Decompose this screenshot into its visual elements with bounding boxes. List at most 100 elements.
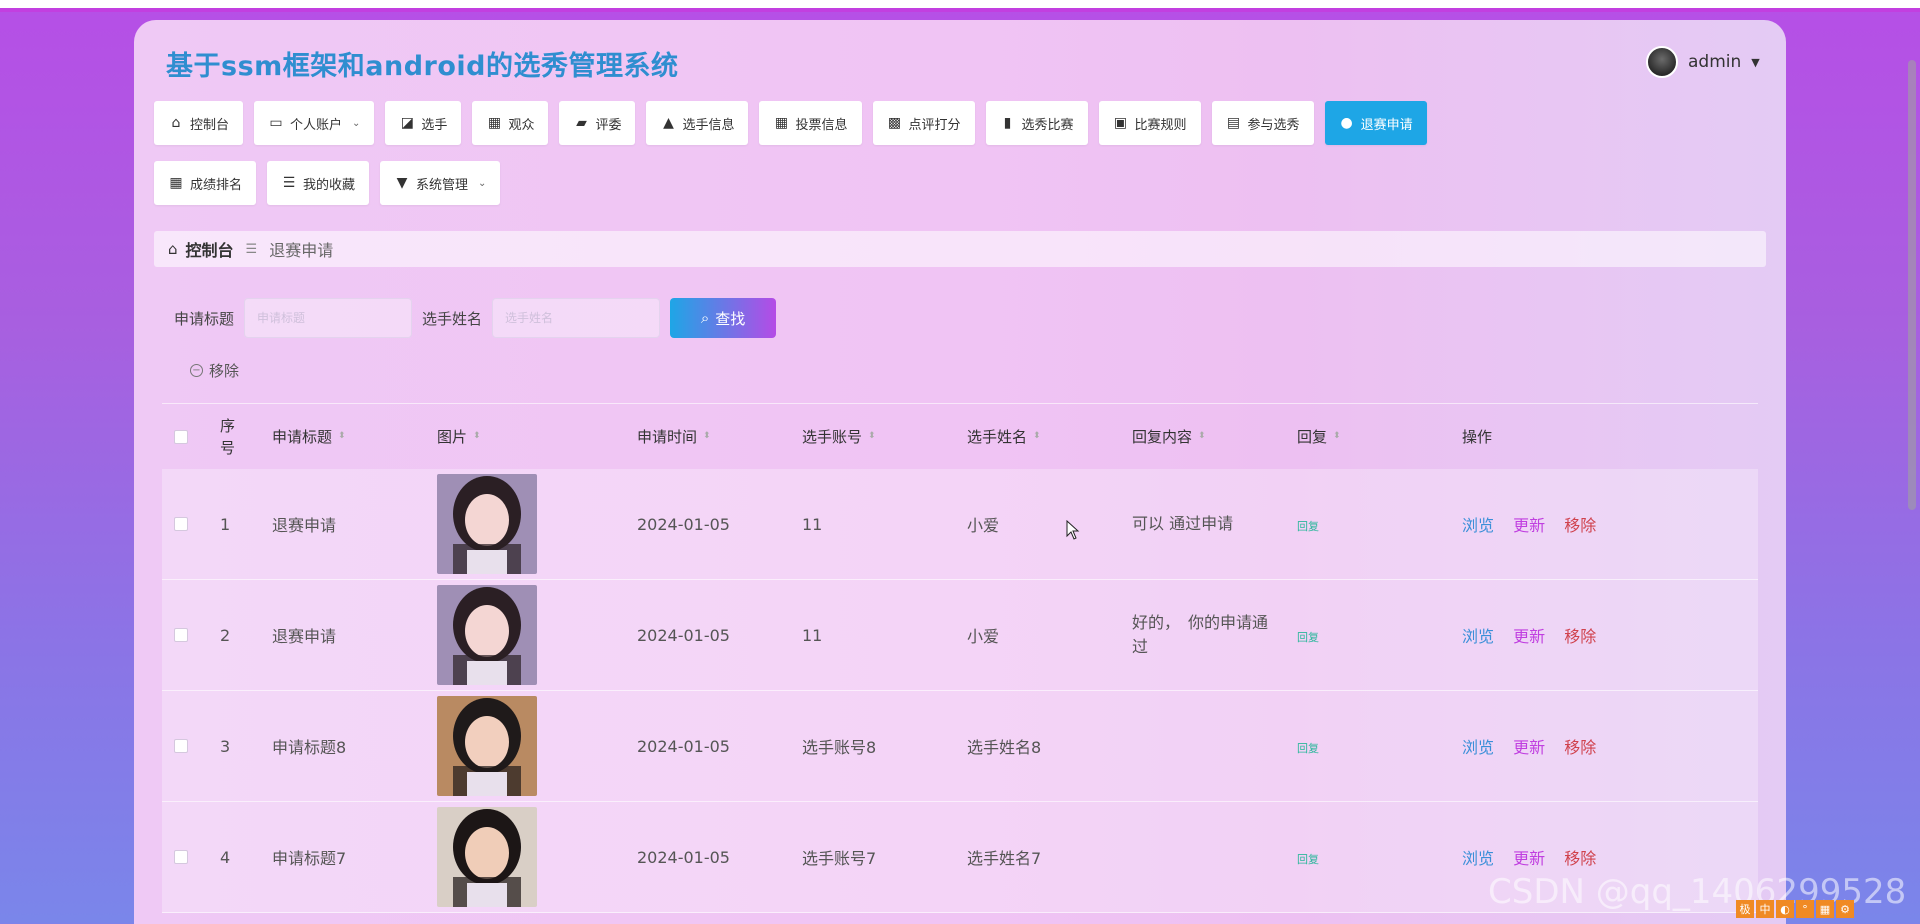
- brush-icon: ▼: [396, 175, 408, 191]
- header-name[interactable]: 选手姓名 ⬍: [967, 426, 1132, 447]
- bar-chart-icon: ▮: [1003, 115, 1012, 131]
- row-checkbox[interactable]: [174, 517, 188, 531]
- reply-button[interactable]: 回复: [1297, 853, 1319, 866]
- search-button[interactable]: ⌕ 查找: [670, 298, 777, 338]
- header-account[interactable]: 选手账号 ⬍: [802, 426, 967, 447]
- nav-label: 选手: [421, 117, 448, 133]
- nav-label: 选秀比赛: [1021, 117, 1074, 133]
- nav-评委[interactable]: ▰ 评委: [559, 101, 636, 145]
- ime-tray-icon[interactable]: 极: [1736, 900, 1754, 918]
- name-search-input[interactable]: [492, 298, 661, 338]
- nav-选秀比赛[interactable]: ▮ 选秀比赛: [985, 101, 1088, 145]
- nav-观众[interactable]: ▦ 观众: [472, 101, 549, 145]
- select-all-checkbox[interactable]: [174, 429, 188, 444]
- row-checkbox[interactable]: [174, 850, 188, 864]
- sort-icon: ⬍: [868, 431, 876, 441]
- search-button-label: 查找: [715, 310, 746, 328]
- table-header: 序号 申请标题 ⬍ 图片 ⬍ 申请时间 ⬍ 选手账号 ⬍ 选手姓名 ⬍ 回复内容 ⬍ 回复 ⬍…: [162, 403, 1758, 469]
- header-image[interactable]: 图片 ⬍: [437, 426, 637, 447]
- table-row: 2 退赛申请 2024-01-05 11 小爱 好的， 你的申请通过 回复 浏览…: [162, 580, 1758, 691]
- application-table: 序号 申请标题 ⬍ 图片 ⬍ 申请时间 ⬍ 选手账号 ⬍ 选手姓名 ⬍ 回复内容 ⬍ 回复 ⬍…: [162, 403, 1758, 913]
- row-reply-content: 好的， 你的申请通过: [1132, 613, 1269, 656]
- update-button[interactable]: 更新: [1513, 627, 1545, 646]
- nav-label: 评委: [595, 117, 622, 133]
- view-button[interactable]: 浏览: [1462, 738, 1494, 757]
- nav-label: 个人账户: [290, 117, 343, 133]
- row-account: 选手账号8: [802, 738, 877, 757]
- ime-tray-icon[interactable]: ◐: [1776, 900, 1794, 918]
- sort-icon: ⬍: [1033, 431, 1041, 441]
- delete-button[interactable]: 移除: [1564, 627, 1596, 646]
- ime-tray-icon[interactable]: °: [1796, 900, 1814, 918]
- reply-button[interactable]: 回复: [1297, 520, 1319, 533]
- header-reply[interactable]: 回复 ⬍: [1297, 426, 1462, 447]
- user-icon: ▲: [663, 115, 674, 131]
- view-button[interactable]: 浏览: [1462, 849, 1494, 868]
- row-name: 小爱: [967, 627, 1000, 646]
- nav-比赛规则[interactable]: ▣ 比赛规则: [1098, 101, 1201, 145]
- nav-成绩排名[interactable]: ▦ 成绩排名: [154, 161, 257, 205]
- row-operations: 浏览 更新 移除: [1462, 734, 1712, 758]
- ime-tray-icon[interactable]: ⚙: [1836, 900, 1854, 918]
- contestant-photo: [437, 474, 537, 574]
- nav-退赛申请[interactable]: ● 退赛申请: [1324, 101, 1427, 145]
- reply-button[interactable]: 回复: [1297, 631, 1319, 644]
- nav-我的收藏[interactable]: ☰ 我的收藏: [267, 161, 370, 205]
- row-time: 2024-01-05: [637, 514, 730, 534]
- update-button[interactable]: 更新: [1513, 738, 1545, 757]
- header-time[interactable]: 申请时间 ⬍: [637, 426, 802, 447]
- row-operations: 浏览 更新 移除: [1462, 623, 1712, 647]
- nav-点评打分[interactable]: ▩ 点评打分: [872, 101, 975, 145]
- user-menu[interactable]: admin ▼: [1646, 46, 1760, 78]
- page-scrollbar[interactable]: [1908, 60, 1916, 510]
- ime-tray[interactable]: 极 中 ◐ ° ▦ ⚙: [1736, 900, 1854, 918]
- header-title[interactable]: 申请标题 ⬍: [272, 426, 437, 447]
- nav-参与选秀[interactable]: ▤ 参与选秀: [1211, 101, 1314, 145]
- row-operations: 浏览 更新 移除: [1462, 845, 1712, 869]
- reply-button[interactable]: 回复: [1297, 742, 1319, 755]
- contestant-photo: [437, 696, 537, 796]
- contestant-photo: [437, 807, 537, 907]
- nav-label: 投票信息: [795, 117, 848, 133]
- ime-tray-icon[interactable]: 中: [1756, 900, 1774, 918]
- nav-投票信息[interactable]: ▦ 投票信息: [759, 101, 862, 145]
- view-button[interactable]: 浏览: [1462, 627, 1494, 646]
- nav-选手信息[interactable]: ▲ 选手信息: [646, 101, 749, 145]
- title-search-input[interactable]: [244, 298, 413, 338]
- delete-button[interactable]: 移除: [1564, 738, 1596, 757]
- home-icon: ⌂: [168, 240, 178, 258]
- breadcrumb-separator: ☰: [245, 241, 258, 257]
- row-time: 2024-01-05: [637, 736, 730, 756]
- table-body: 1 退赛申请 2024-01-05 11 小爱 可以 通过申请 回复 浏览 更新…: [162, 469, 1758, 913]
- breadcrumb-root[interactable]: 控制台: [186, 237, 234, 261]
- nav-个人账户[interactable]: ▭ 个人账户 ⌄: [254, 101, 375, 145]
- row-title: 申请标题8: [272, 738, 347, 757]
- row-checkbox[interactable]: [174, 739, 188, 753]
- breadcrumb: ⌂ 控制台 ☰ 退赛申请: [154, 231, 1766, 267]
- row-checkbox[interactable]: [174, 628, 188, 642]
- row-reply-content: 可以 通过申请: [1132, 514, 1234, 533]
- delete-button[interactable]: 移除: [1564, 849, 1596, 868]
- delete-button[interactable]: 移除: [1564, 516, 1596, 535]
- header-reply-content[interactable]: 回复内容 ⬍: [1132, 426, 1297, 447]
- sliders-icon: ☰: [282, 175, 296, 191]
- row-name: 选手姓名8: [967, 738, 1042, 757]
- nav-控制台[interactable]: ⌂ 控制台: [154, 101, 244, 145]
- location-icon: ●: [1340, 115, 1353, 131]
- sort-icon: ⬍: [1333, 431, 1341, 441]
- sort-icon: ⬍: [473, 431, 481, 441]
- row-no: 2: [220, 625, 231, 645]
- avatar: [1646, 46, 1678, 78]
- view-button[interactable]: 浏览: [1462, 516, 1494, 535]
- update-button[interactable]: 更新: [1513, 849, 1545, 868]
- row-no: 1: [220, 514, 231, 534]
- chevron-down-icon: ⌄: [352, 117, 361, 129]
- ime-tray-icon[interactable]: ▦: [1816, 900, 1834, 918]
- nav-label: 成绩排名: [190, 177, 243, 193]
- nav-系统管理[interactable]: ▼ 系统管理 ⌄: [380, 161, 501, 205]
- nav-选手[interactable]: ◪ 选手: [385, 101, 462, 145]
- batch-remove-button[interactable]: − 移除: [190, 360, 239, 381]
- nav-label: 控制台: [190, 117, 230, 133]
- update-button[interactable]: 更新: [1513, 516, 1545, 535]
- mouse-cursor-icon: [1066, 519, 1080, 544]
